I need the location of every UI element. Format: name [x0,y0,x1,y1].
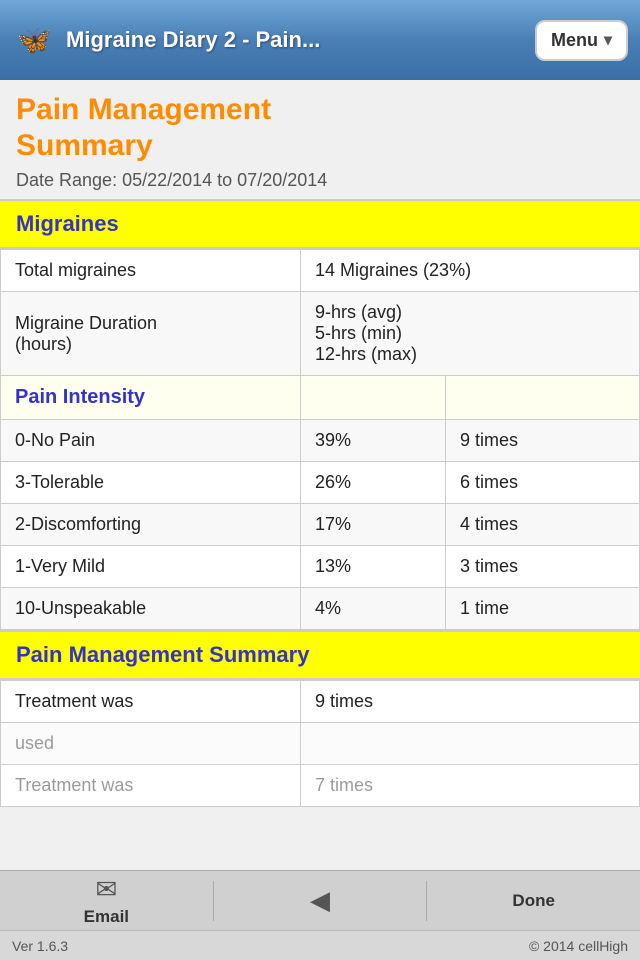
menu-button[interactable]: Menu ▾ [535,20,628,61]
pain-mgmt-section-header: Pain Management Summary [0,630,640,680]
header-left: 🦋 Migraine Diary 2 - Pain... [12,18,320,62]
used-label: used [1,723,301,765]
table-row: 2-Discomforting 17% 4 times [1,504,640,546]
total-migraines-label: Total migraines [1,250,301,292]
email-icon: ✉ [95,874,117,905]
version-bar: Ver 1.6.3 © 2014 cellHigh [0,930,640,960]
pain-10-pct: 4% [301,588,446,630]
chevron-down-icon: ▾ [604,30,612,50]
table-row: used [1,723,640,765]
pain-intensity-header-row: Pain Intensity [1,376,640,420]
pain-3-label: 3-Tolerable [1,462,301,504]
used-value [301,723,640,765]
app-icon: 🦋 [12,18,56,62]
pain-intensity-label: Pain Intensity [1,376,301,420]
pain-1-count: 3 times [445,546,639,588]
copyright-text: © 2014 cellHigh [529,938,628,954]
pain-0-label: 0-No Pain [1,420,301,462]
pain-2-label: 2-Discomforting [1,504,301,546]
toolbar: ✉ Email ◀ Done [0,870,640,930]
pain-1-label: 1-Very Mild [1,546,301,588]
table-row: 3-Tolerable 26% 6 times [1,462,640,504]
duration-label: Migraine Duration(hours) [1,292,301,376]
back-button[interactable]: ◀ [214,885,427,916]
table-row: 10-Unspeakable 4% 1 time [1,588,640,630]
pain-intensity-pct-header [301,376,446,420]
migraines-table: Total migraines 14 Migraines (23%) Migra… [0,249,640,630]
treatment-was-label: Treatment was [1,681,301,723]
pain-10-count: 1 time [445,588,639,630]
pain-intensity-count-header [445,376,639,420]
email-button[interactable]: ✉ Email [0,874,213,927]
pain-10-label: 10-Unspeakable [1,588,301,630]
table-row: Migraine Duration(hours) 9-hrs (avg)5-hr… [1,292,640,376]
version-text: Ver 1.6.3 [12,938,68,954]
done-button[interactable]: Done [427,891,640,911]
app-title: Migraine Diary 2 - Pain... [66,27,320,53]
email-label: Email [84,907,129,927]
done-label: Done [512,891,555,911]
treatment-was-2-value: 7 times [301,765,640,807]
menu-label: Menu [551,30,598,51]
date-range: Date Range: 05/22/2014 to 07/20/2014 [16,170,624,191]
pain-3-pct: 26% [301,462,446,504]
total-migraines-value: 14 Migraines (23%) [301,250,640,292]
app-header: 🦋 Migraine Diary 2 - Pain... Menu ▾ [0,0,640,80]
pain-0-pct: 39% [301,420,446,462]
treatment-was-2-label: Treatment was [1,765,301,807]
pain-2-pct: 17% [301,504,446,546]
table-row: 1-Very Mild 13% 3 times [1,546,640,588]
table-row: Total migraines 14 Migraines (23%) [1,250,640,292]
table-row: 0-No Pain 39% 9 times [1,420,640,462]
pain-2-count: 4 times [445,504,639,546]
pain-1-pct: 13% [301,546,446,588]
table-row: Treatment was 9 times [1,681,640,723]
back-icon: ◀ [310,885,330,916]
table-row: Treatment was 7 times [1,765,640,807]
pain-3-count: 6 times [445,462,639,504]
treatment-was-value: 9 times [301,681,640,723]
page-title-section: Pain Management Summary Date Range: 05/2… [0,80,640,199]
main-content: Pain Management Summary Date Range: 05/2… [0,80,640,870]
page-title: Pain Management Summary [16,92,624,164]
migraines-section-header: Migraines [0,199,640,249]
pain-mgmt-table: Treatment was 9 times used Treatment was… [0,680,640,807]
duration-value: 9-hrs (avg)5-hrs (min)12-hrs (max) [301,292,640,376]
pain-0-count: 9 times [445,420,639,462]
